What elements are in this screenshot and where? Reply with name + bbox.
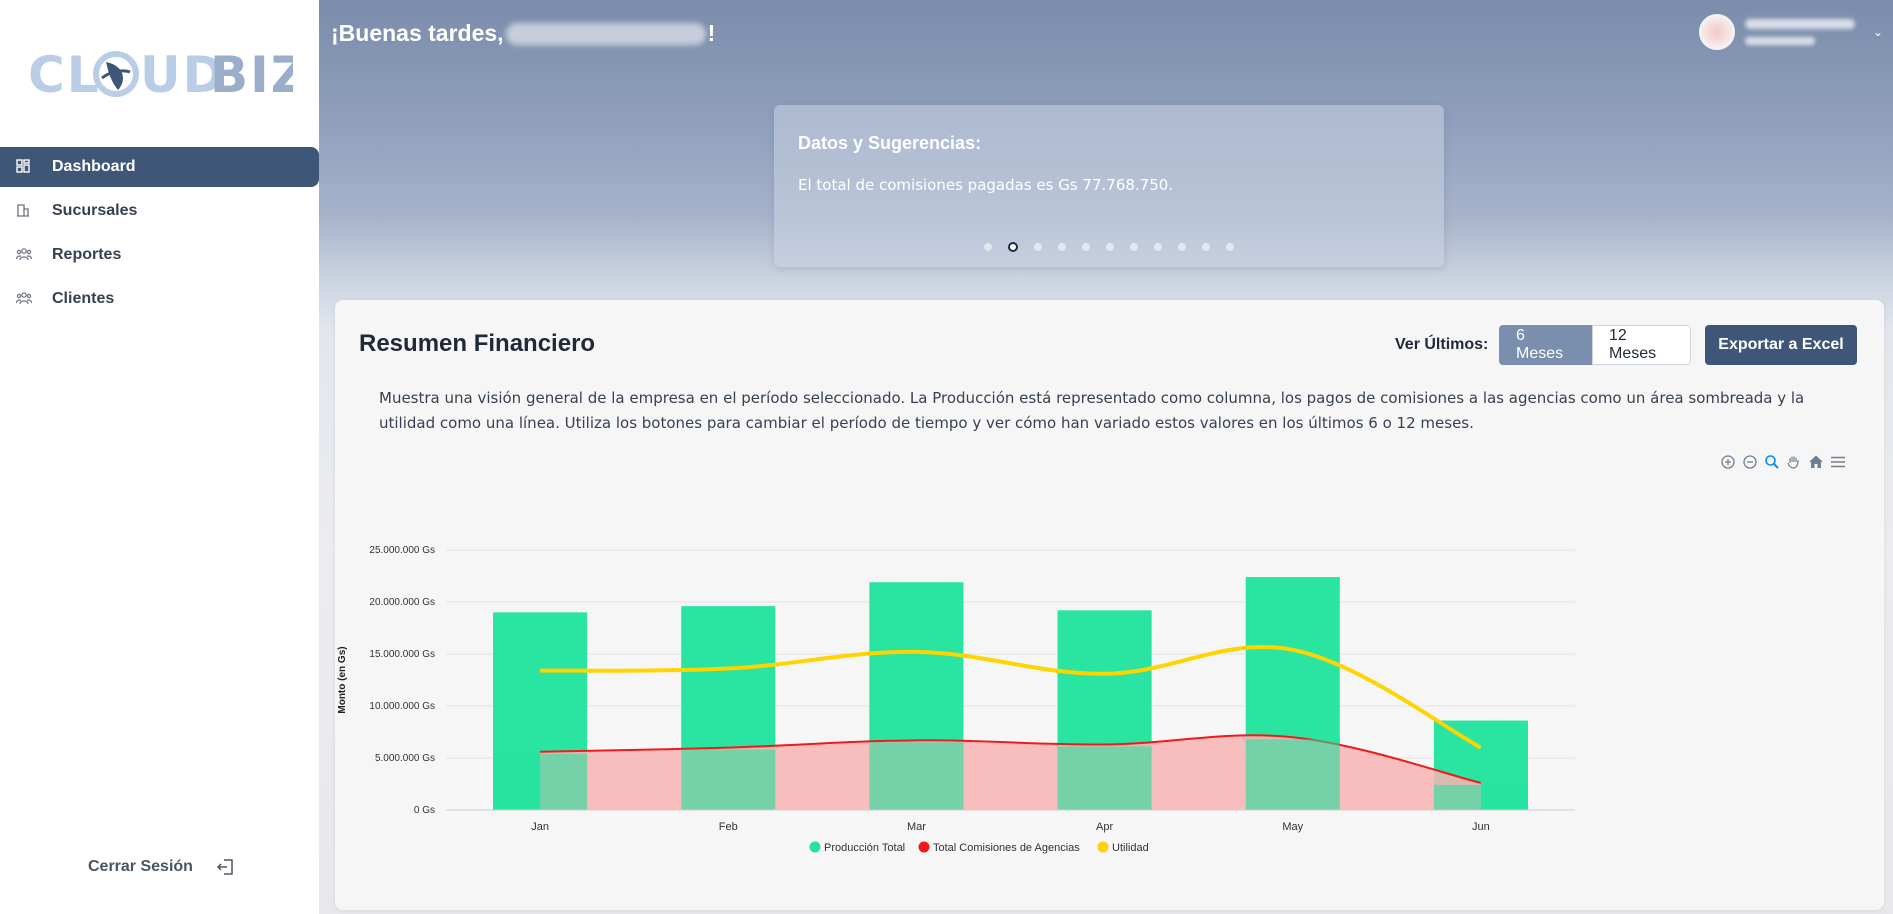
logo-part-3: BIZ	[210, 46, 293, 104]
bar-overlap	[681, 749, 776, 810]
logout-button[interactable]: Cerrar Sesión	[88, 858, 235, 876]
bar-overlap	[1245, 739, 1340, 810]
users-icon	[16, 247, 32, 263]
legend-marker	[809, 841, 821, 853]
twelve-months-button[interactable]: 12 Meses	[1592, 325, 1691, 365]
x-tick-label: Apr	[1096, 821, 1113, 833]
logout-label: Cerrar Sesión	[88, 858, 193, 875]
bar-overlap	[493, 753, 588, 810]
logo-part-1: CL	[28, 46, 101, 104]
bar-overlap	[869, 742, 964, 810]
redacted-user-name	[505, 22, 706, 45]
legend-label: Utilidad	[1112, 842, 1149, 854]
logo-globe-icon	[93, 51, 139, 97]
y-tick-label: 15.000.000 Gs	[369, 649, 435, 660]
carousel-dots	[774, 242, 1444, 252]
building-icon	[16, 203, 32, 219]
carousel-dot[interactable]	[1130, 243, 1138, 251]
carousel-dot[interactable]	[1202, 243, 1210, 251]
tips-carousel: Datos y Sugerencias: El total de comisio…	[774, 105, 1444, 267]
avatar	[1698, 14, 1735, 50]
greeting-suffix: !	[707, 20, 716, 46]
main-area: ¡Buenas tardes, ! ⌄ Datos y Sugerencias:…	[319, 0, 1893, 914]
sidebar-item-label: Clientes	[52, 290, 115, 307]
carousel-dot[interactable]	[1154, 243, 1162, 251]
period-label: Ver Últimos:	[1395, 336, 1489, 353]
legend-label: Producción Total	[824, 842, 905, 854]
carousel-dot[interactable]	[1106, 243, 1114, 251]
carousel-dot[interactable]	[1008, 242, 1018, 252]
card-title: Resumen Financiero	[359, 330, 596, 357]
sidebar-item-clientes[interactable]: Clientes	[0, 279, 319, 319]
carousel-dot[interactable]	[1226, 243, 1234, 251]
card-description: Muestra una visión general de la empresa…	[379, 389, 1805, 432]
y-tick-label: 25.000.000 Gs	[369, 545, 435, 556]
chevron-down-icon: ⌄	[1872, 25, 1883, 39]
y-tick-label: 5.000.000 Gs	[375, 753, 435, 764]
logo-graphic: CL UD BIZ	[28, 46, 293, 104]
tips-text: El total de comisiones pagadas es Gs 77.…	[798, 176, 1174, 194]
carousel-dot[interactable]	[984, 243, 992, 251]
greeting: ¡Buenas tardes, !	[331, 20, 715, 47]
sidebar: CL UD BIZ Dashboard Sucursales Reportes …	[0, 0, 319, 914]
greeting-prefix: ¡Buenas tardes,	[331, 20, 504, 46]
carousel-dot[interactable]	[1058, 243, 1066, 251]
x-tick-label: Jun	[1472, 821, 1490, 833]
y-tick-label: 0 Gs	[414, 805, 435, 816]
x-tick-label: May	[1282, 821, 1303, 833]
user-menu[interactable]: ⌄	[1698, 14, 1883, 50]
sidebar-item-sucursales[interactable]: Sucursales	[0, 191, 319, 231]
x-tick-label: Mar	[907, 821, 926, 833]
dashboard-icon	[16, 159, 32, 175]
export-excel-button[interactable]: Exportar a Excel	[1705, 325, 1857, 365]
carousel-dot[interactable]	[1034, 243, 1042, 251]
sidebar-nav: Dashboard Sucursales Reportes Clientes	[0, 147, 319, 323]
financial-summary-card: Resumen Financiero Ver Últimos: 6 Meses …	[335, 300, 1884, 910]
redacted-user-info	[1744, 19, 1865, 45]
tips-title: Datos y Sugerencias:	[798, 133, 982, 153]
legend-marker	[1097, 841, 1109, 853]
bar-overlap	[1433, 784, 1528, 810]
bar-overlap	[1057, 746, 1152, 810]
y-axis-label: Monto (en Gs)	[337, 646, 348, 713]
y-tick-label: 10.000.000 Gs	[369, 701, 435, 712]
carousel-dot[interactable]	[1082, 243, 1090, 251]
sidebar-item-label: Dashboard	[52, 158, 136, 175]
logout-icon	[216, 858, 235, 876]
users-icon	[16, 291, 32, 307]
six-months-button[interactable]: 6 Meses	[1499, 325, 1592, 365]
financial-chart: 0 Gs 5.000.000 Gs 10.000.000 Gs 15.000.000 …	[337, 545, 1575, 854]
sidebar-item-reportes[interactable]: Reportes	[0, 235, 319, 275]
y-tick-label: 20.000.000 Gs	[369, 597, 435, 608]
x-tick-label: Feb	[719, 821, 738, 833]
sidebar-item-label: Sucursales	[52, 202, 138, 219]
cloudbiz-logo[interactable]: CL UD BIZ	[28, 44, 293, 104]
sidebar-item-dashboard[interactable]: Dashboard	[0, 147, 319, 187]
period-toggle: 6 Meses 12 Meses	[1499, 325, 1691, 365]
legend-label: Total Comisiones de Agencias	[933, 842, 1080, 854]
legend-marker	[918, 841, 930, 853]
carousel-dot[interactable]	[1178, 243, 1186, 251]
x-tick-label: Jan	[531, 821, 549, 833]
sidebar-item-label: Reportes	[52, 246, 122, 263]
